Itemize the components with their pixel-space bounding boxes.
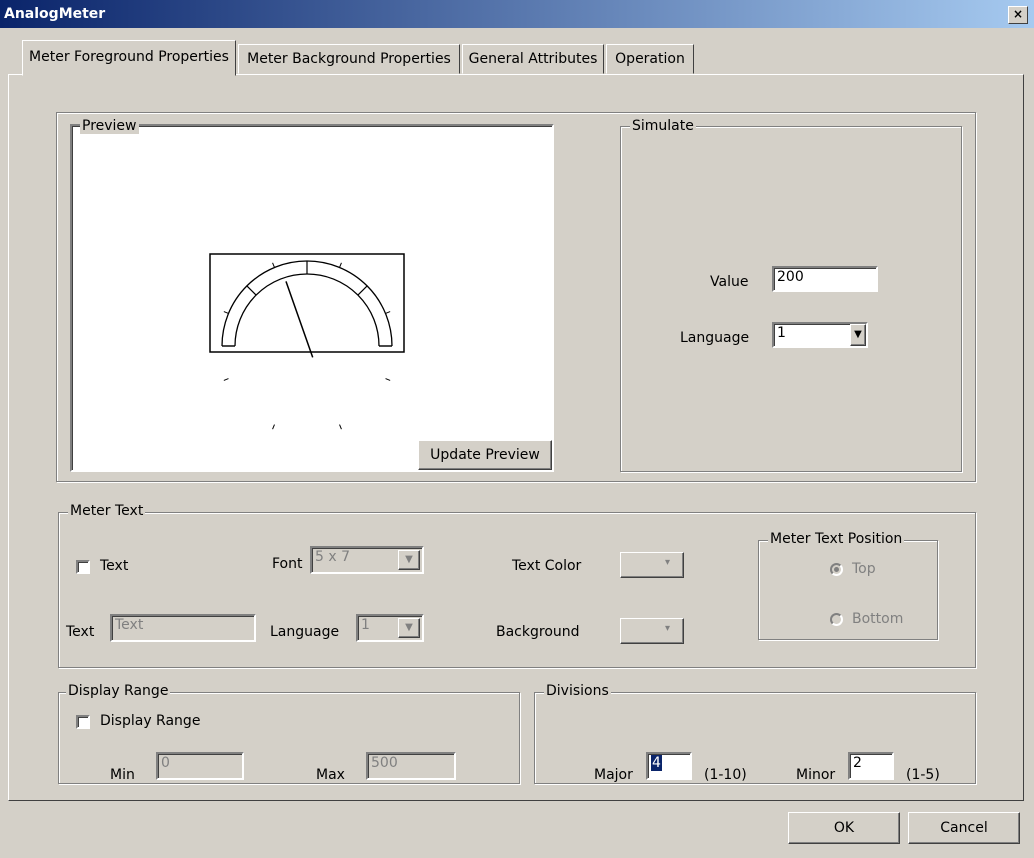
major-input[interactable]: 4 bbox=[646, 752, 692, 780]
language-label: Language bbox=[270, 624, 340, 640]
position-top-radio[interactable] bbox=[830, 563, 843, 576]
preview-label: Preview bbox=[80, 118, 139, 134]
display-range-label: Display Range bbox=[66, 683, 171, 699]
value-label: Value bbox=[710, 274, 749, 290]
font-value: 5 x 7 bbox=[315, 549, 350, 565]
text-color-label: Text Color bbox=[512, 558, 582, 574]
tab-label: Meter Foreground Properties bbox=[29, 49, 229, 65]
close-icon: × bbox=[1012, 7, 1024, 21]
max-input[interactable]: 500 bbox=[366, 752, 456, 780]
simulate-value-input[interactable]: 200 bbox=[772, 266, 878, 292]
text-color-picker[interactable]: ▾ bbox=[620, 552, 684, 578]
analog-meter-preview bbox=[209, 253, 405, 430]
meter-minor-tick bbox=[385, 378, 391, 381]
font-label: Font bbox=[272, 556, 303, 572]
tab-label: Operation bbox=[615, 51, 685, 67]
meter-minor-tick bbox=[272, 424, 275, 430]
tab-operation[interactable]: Operation bbox=[606, 44, 694, 74]
minor-label: Minor bbox=[796, 767, 836, 783]
display-range-checkbox[interactable] bbox=[76, 715, 90, 729]
window-title: AnalogMeter bbox=[4, 6, 106, 22]
text-checkbox[interactable] bbox=[76, 560, 90, 574]
text-label: Text bbox=[66, 624, 95, 640]
text-checkbox-label: Text bbox=[100, 558, 129, 574]
background-label: Background bbox=[496, 624, 580, 640]
tab-general-attributes[interactable]: General Attributes bbox=[462, 44, 604, 74]
chevron-down-icon: ▾ bbox=[665, 557, 671, 568]
tab-label: Meter Background Properties bbox=[247, 51, 451, 67]
selected-language: 1 bbox=[777, 325, 786, 341]
tab-meter-background-properties[interactable]: Meter Background Properties bbox=[238, 44, 460, 74]
major-label: Major bbox=[594, 767, 633, 783]
background-color-picker[interactable]: ▾ bbox=[620, 618, 684, 644]
meter-text-position-label: Meter Text Position bbox=[768, 531, 905, 547]
chevron-down-icon[interactable]: ▼ bbox=[398, 550, 420, 570]
chevron-down-icon[interactable]: ▼ bbox=[850, 324, 866, 346]
simulate-label: Simulate bbox=[630, 118, 696, 134]
major-hint: (1-10) bbox=[704, 767, 747, 783]
ok-button[interactable]: OK bbox=[788, 812, 900, 844]
meter-text-position-group bbox=[758, 540, 938, 640]
window-titlebar[interactable]: AnalogMeter bbox=[0, 0, 1034, 28]
min-label: Min bbox=[110, 767, 135, 783]
max-label: Max bbox=[316, 767, 345, 783]
chevron-down-icon[interactable]: ▼ bbox=[398, 618, 420, 638]
text-input[interactable]: Text bbox=[110, 614, 256, 642]
min-input[interactable]: 0 bbox=[156, 752, 244, 780]
position-bottom-label: Bottom bbox=[852, 611, 904, 627]
major-value: 4 bbox=[651, 755, 662, 771]
update-preview-button[interactable]: Update Preview bbox=[418, 440, 552, 470]
tab-meter-foreground-properties[interactable]: Meter Foreground Properties bbox=[22, 40, 236, 76]
display-range-checkbox-label: Display Range bbox=[100, 713, 201, 729]
meter-text-label: Meter Text bbox=[68, 503, 146, 519]
cancel-button[interactable]: Cancel bbox=[908, 812, 1020, 844]
minor-hint: (1-5) bbox=[906, 767, 940, 783]
tab-label: General Attributes bbox=[468, 51, 598, 67]
chevron-down-icon: ▾ bbox=[665, 623, 671, 634]
simulate-group bbox=[620, 126, 962, 472]
minor-input[interactable]: 2 bbox=[848, 752, 894, 780]
position-bottom-radio[interactable] bbox=[830, 613, 843, 626]
divisions-label: Divisions bbox=[544, 683, 611, 699]
language-value: 1 bbox=[361, 617, 370, 633]
close-button[interactable]: × bbox=[1008, 6, 1028, 24]
meter-minor-tick bbox=[339, 424, 342, 430]
simulate-language-label: Language bbox=[680, 330, 750, 346]
position-top-label: Top bbox=[852, 561, 876, 577]
meter-minor-tick bbox=[223, 378, 229, 381]
preview-canvas bbox=[70, 124, 554, 472]
